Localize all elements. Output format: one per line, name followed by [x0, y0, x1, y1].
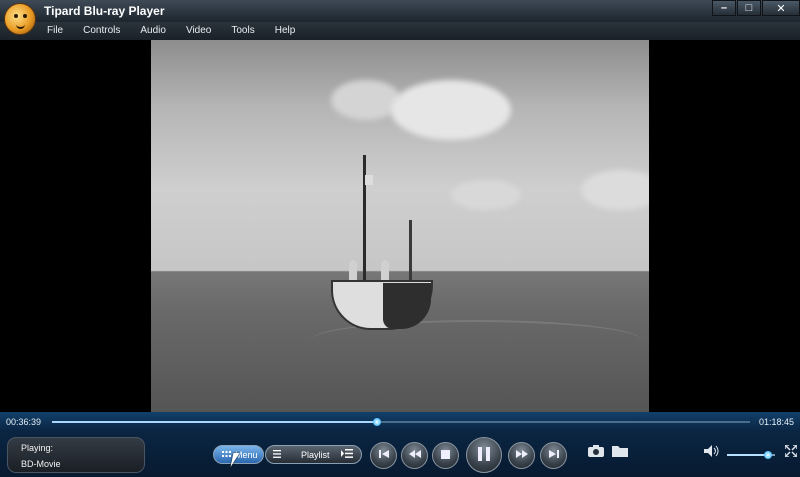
menu-bar: File Controls Audio Video Tools Help [0, 22, 800, 40]
menu-audio[interactable]: Audio [133, 22, 179, 40]
menu-video[interactable]: Video [179, 22, 224, 40]
list-toggle-icon[interactable] [341, 448, 353, 462]
status-label: Playing: [21, 443, 54, 453]
pause-button[interactable] [466, 437, 502, 473]
menu-controls[interactable]: Controls [76, 22, 133, 40]
fullscreen-button[interactable] [782, 444, 800, 461]
current-time: 00:36:39 [6, 417, 42, 427]
grid-icon [222, 450, 231, 460]
person-figure [349, 260, 357, 282]
folder-icon [612, 446, 628, 460]
app-logo-icon [4, 3, 36, 35]
menu-file[interactable]: File [40, 22, 76, 40]
stop-icon [441, 449, 450, 462]
window-title: Tipard Blu-ray Player [44, 4, 165, 18]
snapshot-button[interactable] [587, 445, 605, 461]
previous-button[interactable] [370, 442, 397, 469]
title-bar: Tipard Blu-ray Player – □ ✕ [0, 0, 800, 22]
person-figure [381, 260, 389, 282]
status-title: BD-Movie [21, 459, 61, 469]
video-area[interactable] [0, 40, 800, 412]
sailboat [331, 155, 436, 335]
rewind-icon [408, 449, 421, 462]
volume-slider-fill [727, 454, 768, 456]
status-panel: Playing: BD-Movie [7, 437, 145, 473]
volume-slider[interactable] [727, 451, 775, 459]
cloud [331, 80, 401, 120]
playlist-button[interactable]: Playlist [265, 445, 362, 464]
window-controls: – □ ✕ [711, 0, 800, 18]
total-time: 01:18:45 [758, 417, 794, 427]
skip-next-icon [548, 449, 559, 462]
next-button[interactable] [540, 442, 567, 469]
volume-handle[interactable] [763, 451, 772, 459]
control-panel: 00:36:39 01:18:45 Playing: BD-Movie Menu… [0, 412, 800, 477]
skip-previous-icon [378, 449, 389, 462]
speaker-icon [704, 445, 720, 460]
menu-help[interactable]: Help [268, 22, 309, 40]
maximize-button[interactable]: □ [737, 0, 761, 16]
minimize-button[interactable]: – [712, 0, 736, 16]
boat-flag [365, 175, 373, 185]
fast-forward-icon [515, 449, 528, 462]
rewind-button[interactable] [401, 442, 428, 469]
playlist-button-label: Playlist [301, 449, 330, 460]
cloud [391, 80, 511, 140]
cloud [451, 180, 521, 210]
fast-forward-button[interactable] [508, 442, 535, 469]
fullscreen-icon [784, 444, 798, 460]
video-frame [151, 40, 649, 412]
seek-bar[interactable] [52, 418, 750, 426]
list-icon [273, 449, 281, 460]
boat-hull-shadow [383, 283, 431, 329]
cloud [581, 170, 649, 210]
pause-icon [478, 446, 490, 464]
menu-tools[interactable]: Tools [224, 22, 267, 40]
camera-icon [588, 445, 604, 460]
stop-button[interactable] [432, 442, 459, 469]
mute-button[interactable] [703, 445, 721, 461]
seek-bar-fill [52, 421, 377, 423]
open-folder-button[interactable] [611, 445, 629, 461]
seek-handle[interactable] [372, 418, 381, 426]
close-button[interactable]: ✕ [762, 0, 800, 16]
